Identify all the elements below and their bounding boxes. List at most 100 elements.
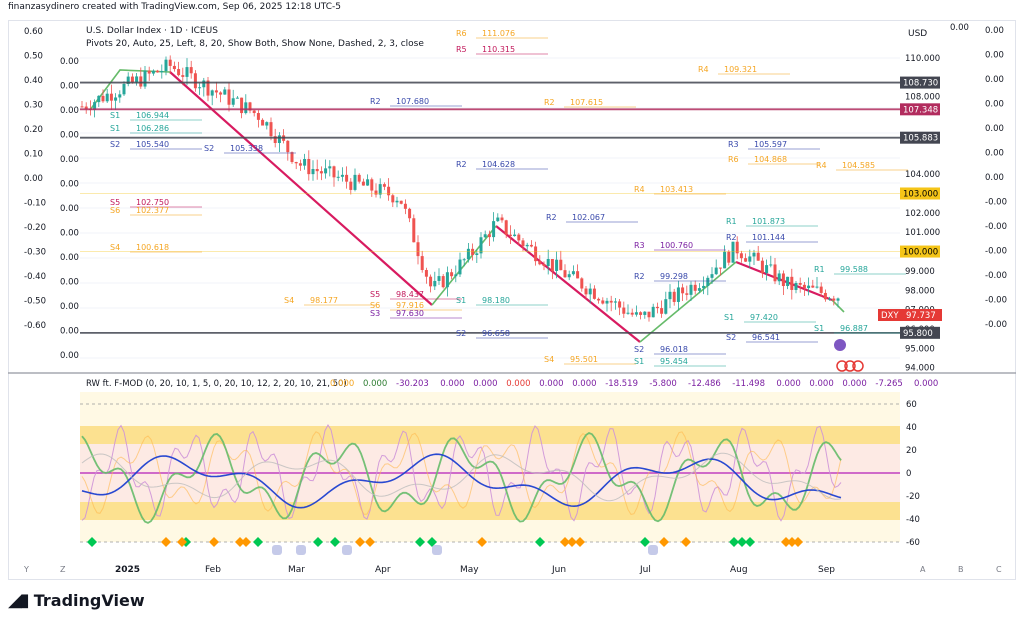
pivot-level-value: 95.501 <box>570 355 598 364</box>
brand-name: TradingView <box>33 591 145 610</box>
pivot-level-name: S2 <box>204 144 214 153</box>
candles <box>80 55 840 322</box>
pivot-level-value: 96.887 <box>840 324 868 333</box>
left2-tick: 0.00 <box>60 155 79 165</box>
pivot-level-name: R3 <box>634 241 645 250</box>
price-badge: 107.348 <box>903 105 938 115</box>
right2-tick: -0.00 <box>985 247 1007 257</box>
left2-tick: 0.00 <box>60 327 79 337</box>
right2-tick: 0.00 <box>985 173 1004 183</box>
pivot-level-name: S1 <box>110 124 120 133</box>
bottom-letter: B <box>958 565 964 574</box>
alert-icons[interactable] <box>834 339 864 372</box>
oscillator-axis: 60 40 20 0 -20 -40 -60 <box>906 400 920 548</box>
pivot-level-name: R6 <box>728 155 739 164</box>
price-tick: 101.000 <box>905 228 940 238</box>
pivot-level-value: 96.018 <box>660 345 688 354</box>
osc-tick: -20 <box>906 492 920 502</box>
pivot-level-value: 99.298 <box>660 272 688 281</box>
right2-tick: 0.00 <box>985 100 1004 110</box>
pivot-level-name: R1 <box>814 265 825 274</box>
pivot-level-value: 103.413 <box>660 185 693 194</box>
time-tick: Sep <box>818 565 835 575</box>
pivot-level-name: R4 <box>634 185 645 194</box>
pivot-level-name: S1 <box>724 313 734 322</box>
time-tick: Jul <box>639 565 651 575</box>
pivot-level-name: S2 <box>110 140 120 149</box>
pivot-level-name: R6 <box>456 29 467 38</box>
pivot-level-value: 100.618 <box>136 243 169 252</box>
pivot-level-name: S2 <box>456 329 466 338</box>
left2-tick: 0.00 <box>60 351 79 361</box>
price-badges: 108.730 107.348 105.883 103.000 100.000 95.80… <box>900 76 940 339</box>
chart-canvas[interactable]: R6 111.076 R5 110.315 R4 109.321 R2 107.680 R2 10… <box>0 0 1024 622</box>
pivot-level-name: S1 <box>110 111 120 120</box>
pivot-level-value: 96.541 <box>752 333 780 342</box>
price-axis[interactable]: 110.000108.000106.000104.000102.000101.0… <box>905 54 940 374</box>
pivot-level-name: R2 <box>370 97 381 106</box>
pivot-level-value: 109.321 <box>724 65 757 74</box>
pivot-indicator-title[interactable]: Pivots 20, Auto, 25, Left, 8, 20, Show B… <box>86 39 424 49</box>
left-tick: 0.60 <box>24 27 43 37</box>
time-axis[interactable]: 2025 Feb Mar Apr May Jun Jul Aug Sep <box>115 565 835 575</box>
pivot-level-name: R2 <box>544 98 555 107</box>
pivot-level-value: 104.628 <box>482 160 515 169</box>
time-tick: May <box>460 565 479 575</box>
right2-tick: -0.00 <box>985 296 1007 306</box>
pivot-level-value: 96.658 <box>482 329 510 338</box>
pivot-level-value: 102.377 <box>136 206 169 215</box>
bottom-letter: C <box>996 565 1002 574</box>
dxy-badge: DXY 97.737 <box>878 309 942 321</box>
tradingview-brand: ◢▮ TradingView <box>8 590 145 611</box>
oscillator-title[interactable]: RW ft. F-MOD (0, 20, 10, 1, 5, 0, 20, 10… <box>86 379 938 389</box>
pivot-level-value: 98.437 <box>396 290 424 299</box>
osc-value: 0.000 <box>363 379 387 389</box>
pivot-level-name: S4 <box>284 296 294 305</box>
bottom-letters[interactable]: YZABC <box>23 565 1002 574</box>
pivot-level-value: 99.588 <box>840 265 868 274</box>
pivot-level-name: S2 <box>726 333 736 342</box>
pivot-level-name: S1 <box>456 296 466 305</box>
osc-value: -12.486 <box>688 379 721 389</box>
left-axis: 0.60 0.50 0.40 0.30 0.20 0.10 0.00 -0.10 -0.20 -0… <box>24 27 46 331</box>
pivot-level-value: 105.540 <box>136 140 169 149</box>
pivot-level-value: 97.420 <box>750 313 778 322</box>
pivot-level-value: 104.585 <box>842 161 875 170</box>
osc-value: 0.000 <box>330 379 354 389</box>
price-tick: 104.000 <box>905 170 940 180</box>
left-tick: -0.60 <box>24 321 46 331</box>
left2-tick: 0.00 <box>60 253 79 263</box>
left2-tick: 0.00 <box>60 302 79 312</box>
time-tick: Aug <box>730 565 748 575</box>
left2-tick: 0.00 <box>60 204 79 214</box>
osc-tick: 0 <box>906 469 911 479</box>
left2-tick: 0.00 <box>60 82 79 92</box>
pivot-level-name: S1 <box>814 324 824 333</box>
left2-tick: 0.00 <box>60 131 79 141</box>
left-tick: -0.40 <box>24 272 46 282</box>
left-tick: 0.10 <box>24 150 43 160</box>
left-tick: 0.20 <box>24 125 43 135</box>
right2-tick: -0.00 <box>985 222 1007 232</box>
osc-value: 0.000 <box>572 379 596 389</box>
pivot-level-value: 104.868 <box>754 155 787 164</box>
price-badge: 103.000 <box>903 189 938 199</box>
currency-label[interactable]: USD <box>908 29 927 39</box>
osc-tick: -40 <box>906 515 920 525</box>
bottom-letter: Y <box>23 565 29 574</box>
pivot-level-value: 100.760 <box>660 241 693 250</box>
pivot-level-name: R4 <box>698 65 709 74</box>
osc-name: RW ft. F-MOD (0, 20, 10, 1, 5, 0, 20, 10… <box>86 379 347 389</box>
pivot-level-name: S2 <box>634 345 644 354</box>
pivot-level-name: S5 <box>370 290 380 299</box>
left2-tick: 0.00 <box>60 106 79 116</box>
pivot-level-name: R2 <box>634 272 645 281</box>
right2-tick: -0.00 <box>985 320 1007 330</box>
pivot-level-value: 111.076 <box>482 29 515 38</box>
osc-value: -7.265 <box>875 379 902 389</box>
right2-tick: -0.00 <box>985 271 1007 281</box>
price-tick: 95.000 <box>905 344 935 354</box>
bottom-letter: A <box>920 565 926 574</box>
left-tick: -0.30 <box>24 248 46 258</box>
dxy-symbol: DXY <box>881 311 899 321</box>
